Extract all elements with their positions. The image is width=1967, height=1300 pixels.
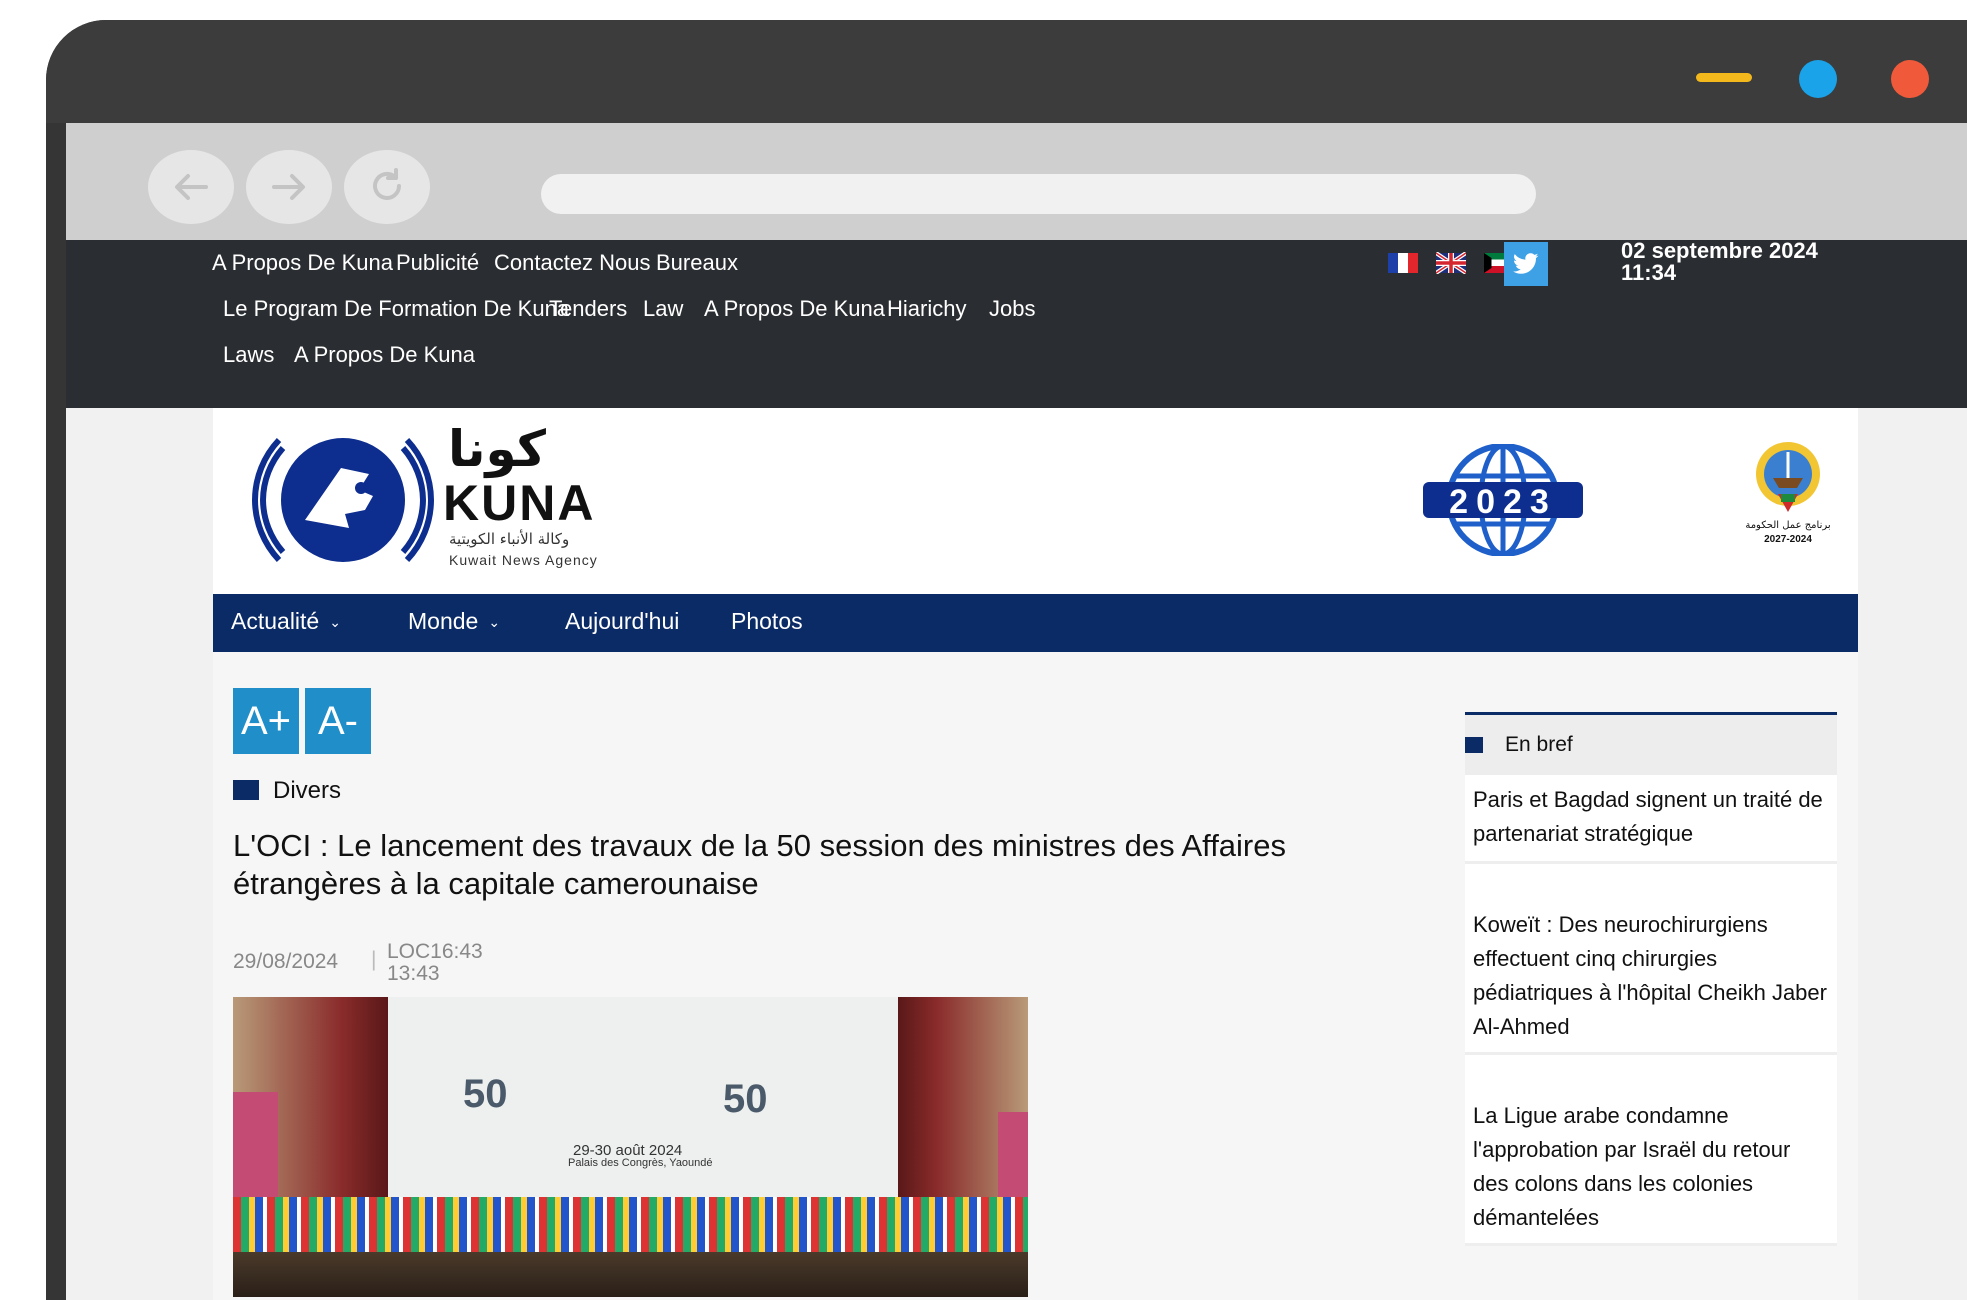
year-2023-badge[interactable]: 2023: [1423, 444, 1583, 556]
top-link[interactable]: A Propos De Kuna: [294, 342, 475, 368]
top-link[interactable]: Hiarichy: [887, 296, 966, 322]
article-date: 29/08/2024: [233, 950, 339, 973]
date-time-display: 02 septembre 2024 11:34: [1621, 240, 1818, 284]
sidebar-marker: [1465, 737, 1483, 753]
forward-arrow-icon: [272, 174, 305, 200]
top-link[interactable]: Laws: [223, 342, 274, 368]
browser-window: A Propos De Kuna Publicité Contactez Nou…: [46, 20, 1967, 1300]
font-increase-button[interactable]: A+: [233, 688, 299, 754]
brief-item[interactable]: Koweït : Des neurochirurgiens effectuent…: [1465, 864, 1837, 1055]
photo-stage: [233, 1252, 1028, 1297]
logo-latin: KUNA: [443, 475, 596, 531]
page-viewport: A Propos De Kuna Publicité Contactez Nou…: [66, 240, 1967, 1300]
top-link[interactable]: Tenders: [549, 296, 627, 322]
close-button[interactable]: [1891, 60, 1929, 98]
brief-item[interactable]: Paris et Bagdad signent un traité de par…: [1465, 775, 1837, 864]
twitter-button[interactable]: [1504, 242, 1548, 286]
photo-banner-place: Palais des Congrès, Yaoundé: [568, 1157, 713, 1169]
logo-sub-latin: Kuwait News Agency: [449, 552, 598, 568]
nav-item-aujourdhui[interactable]: Aujourd'hui: [565, 608, 679, 635]
top-link[interactable]: A Propos De Kuna: [704, 296, 885, 322]
meta-divider: |: [371, 948, 377, 971]
nav-label: Monde: [408, 608, 479, 634]
top-link[interactable]: Le Program De Formation De Kuna: [223, 296, 569, 322]
article-photo[interactable]: 50 50 29-30 août 2024 Palais des Congrès…: [233, 997, 1028, 1297]
article-loc-time: LOC16:43: [387, 940, 483, 963]
kuwait-emblem-icon: [1756, 442, 1820, 512]
top-link[interactable]: Contactez Nous: [494, 250, 651, 276]
france-flag-icon[interactable]: [1388, 252, 1418, 274]
news-brief-sidebar: En bref Paris et Bagdad signent un trait…: [1465, 712, 1837, 1246]
photo-number-left: 50: [463, 1072, 508, 1116]
nav-label: Photos: [731, 608, 803, 634]
nav-item-actualite[interactable]: Actualité ⌄: [231, 608, 341, 635]
font-decrease-button[interactable]: A-: [305, 688, 371, 754]
photo-number-right: 50: [723, 1077, 768, 1121]
brief-item[interactable]: La Ligue arabe condamne l'approbation pa…: [1465, 1055, 1837, 1246]
forward-button[interactable]: [246, 150, 332, 224]
current-date: 02 septembre 2024: [1621, 238, 1818, 263]
kuna-logo[interactable]: كونا KUNA وكالة الأنباء الكويتية Kuwait …: [243, 420, 603, 573]
logo-sub-arabic: وكالة الأنباء الكويتية: [449, 530, 570, 548]
twitter-icon: [1513, 253, 1539, 274]
article-gmt-time: 13:43: [387, 962, 440, 985]
nav-item-photos[interactable]: Photos: [731, 608, 803, 635]
category-label: Divers: [273, 777, 342, 804]
uk-flag-icon[interactable]: [1434, 251, 1468, 275]
sidebar-title: En bref: [1505, 733, 1573, 756]
photo-screen-left: [233, 1092, 278, 1202]
top-link[interactable]: A Propos De Kuna: [212, 250, 393, 276]
nav-item-monde[interactable]: Monde ⌄: [408, 608, 500, 635]
maximize-button[interactable]: [1799, 60, 1837, 98]
top-utility-bar: A Propos De Kuna Publicité Contactez Nou…: [66, 240, 1967, 408]
chevron-down-icon: ⌄: [329, 614, 341, 631]
back-button[interactable]: [148, 150, 234, 224]
photo-flags-row: [233, 1197, 1028, 1257]
top-link[interactable]: Law: [643, 296, 683, 322]
sidebar-header: En bref: [1465, 712, 1837, 775]
back-arrow-icon: [175, 174, 208, 200]
browser-toolbar: [66, 123, 1967, 240]
reload-button[interactable]: [344, 150, 430, 224]
window-titlebar: [46, 20, 1967, 123]
kuna-emblem-icon: [252, 437, 434, 563]
top-link[interactable]: Jobs: [989, 296, 1035, 322]
nav-label: Aujourd'hui: [565, 608, 680, 634]
badge-year: 2023: [1449, 483, 1557, 521]
article-category[interactable]: Divers: [233, 777, 341, 805]
article-title: L'OCI : Le lancement des travaux de la 5…: [233, 828, 1287, 901]
emblem-arabic-text: برنامج عمل الحكومة: [1745, 520, 1831, 531]
category-marker: [233, 780, 259, 800]
reload-icon: [373, 168, 401, 200]
site-header: كونا KUNA وكالة الأنباء الكويتية Kuwait …: [213, 408, 1858, 594]
chevron-down-icon: ⌄: [488, 614, 501, 631]
government-program-emblem[interactable]: برنامج عمل الحكومة 2027-2024: [1743, 438, 1833, 558]
nav-label: Actualité: [231, 608, 320, 634]
current-time: 11:34: [1621, 260, 1677, 285]
minimize-button[interactable]: [1696, 73, 1752, 82]
emblem-years: 2027-2024: [1764, 534, 1812, 545]
top-link[interactable]: Publicité: [396, 250, 479, 276]
logo-arabic: كونا: [448, 420, 546, 478]
main-navigation: Actualité ⌄ Monde ⌄ Aujourd'hui Photos: [213, 594, 1858, 652]
top-link[interactable]: Bureaux: [656, 250, 738, 276]
address-bar[interactable]: [541, 174, 1536, 214]
main-content: A+ A- Divers L'OCI : Le lancement des tr…: [213, 652, 1858, 1300]
